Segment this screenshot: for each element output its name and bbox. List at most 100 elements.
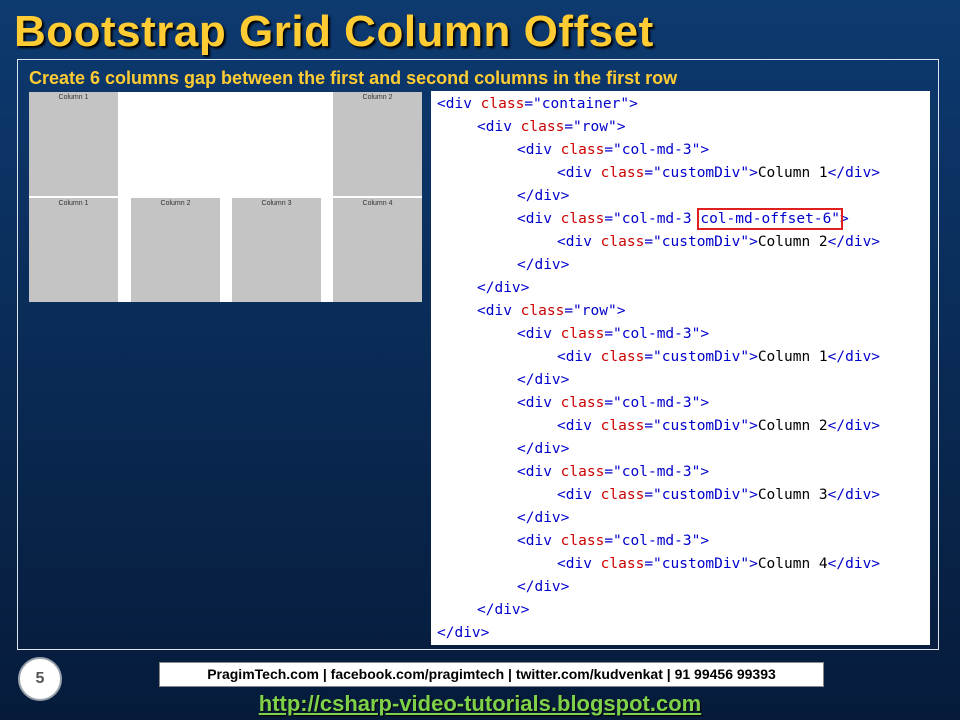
code-token: > (700, 464, 710, 480)
code-line: </div> (437, 438, 930, 461)
code-token: > (700, 142, 710, 158)
code-line: <div class="col-md-3"> (437, 139, 930, 162)
code-token: class (600, 487, 645, 503)
code-token: "customDiv" (653, 487, 750, 503)
code-token: > (749, 349, 758, 365)
code-token: "customDiv" (653, 234, 750, 250)
code-token: > (840, 211, 849, 227)
code-token: "customDiv" (653, 349, 750, 365)
code-line: </div> (437, 185, 930, 208)
code-token: > (629, 96, 638, 112)
code-token: Column 2 (757, 234, 828, 250)
code-token: Column 2 (757, 418, 828, 434)
code-token: <div (517, 464, 561, 480)
code-token: <div (557, 556, 601, 572)
code-token: = (644, 349, 654, 365)
code-line: <div class="row"> (437, 116, 930, 139)
code-line: </div> (437, 254, 930, 277)
grid-demo-preview: Column 1 Column 2 Column 1 Column 2 Colu… (29, 92, 422, 302)
code-token: > (700, 533, 710, 549)
code-token: Column 3 (757, 487, 828, 503)
demo-row1-column1: Column 1 (29, 92, 118, 196)
code-line: <div class="customDiv">Column 1</div> (437, 346, 930, 369)
code-token: </div> (827, 349, 881, 365)
code-token: "col-md-3" (613, 533, 701, 549)
code-token: </div> (517, 510, 570, 526)
code-line: <div class="col-md-3"> (437, 461, 930, 484)
code-token: <div (517, 533, 561, 549)
code-token: </div> (517, 441, 570, 457)
code-line: </div> (437, 576, 930, 599)
code-token: </div> (827, 487, 881, 503)
code-listing: <div class="container"> <div class="row">… (431, 91, 930, 645)
demo-row2-column1: Column 1 (29, 198, 118, 302)
code-token: > (749, 556, 758, 572)
code-token: class (560, 395, 605, 411)
code-line: </div> (437, 369, 930, 392)
code-token: class (480, 96, 525, 112)
code-token: "col-md-3" (613, 395, 701, 411)
code-token: class (560, 464, 605, 480)
code-token: = (524, 96, 534, 112)
code-token: > (700, 326, 710, 342)
code-token: = (604, 464, 614, 480)
code-token: class (600, 165, 645, 181)
code-token: "row" (573, 303, 617, 319)
demo-row2-column4: Column 4 (333, 198, 422, 302)
footer-contacts: PragimTech.com | facebook.com/pragimtech… (159, 662, 824, 687)
code-token: = (604, 211, 614, 227)
code-token: "col-md-3 (613, 211, 701, 227)
demo-row2-column2: Column 2 (131, 198, 220, 302)
code-token: <div (517, 142, 561, 158)
slide-title: Bootstrap Grid Column Offset (14, 7, 654, 56)
code-line: <div class="customDiv">Column 4</div> (437, 553, 930, 576)
code-token: class (600, 349, 645, 365)
code-token: </div> (517, 372, 570, 388)
code-token: > (616, 303, 626, 319)
code-token: "customDiv" (653, 418, 750, 434)
code-token: <div (517, 326, 561, 342)
code-token: class (520, 119, 565, 135)
slide-subtitle: Create 6 columns gap between the first a… (29, 68, 678, 88)
code-line: </div> (437, 599, 930, 622)
code-token: = (604, 326, 614, 342)
code-token: </div> (517, 188, 570, 204)
code-token: = (644, 234, 654, 250)
code-token: > (749, 234, 758, 250)
code-token: > (700, 395, 710, 411)
demo-row1-column2: Column 2 (333, 92, 422, 196)
code-token: class (600, 556, 645, 572)
code-token: </div> (517, 257, 570, 273)
code-token: </div> (477, 280, 530, 296)
code-line: <div class="customDiv">Column 1</div> (437, 162, 930, 185)
code-token: </div> (437, 625, 490, 641)
code-token: </div> (827, 418, 881, 434)
code-token: <div (517, 395, 561, 411)
code-token: Column 1 (757, 349, 828, 365)
code-line: <div class="customDiv">Column 3</div> (437, 484, 930, 507)
code-token: Column 4 (757, 556, 828, 572)
code-line: </div> (437, 622, 930, 645)
code-token: <div (477, 303, 521, 319)
code-token: = (604, 142, 614, 158)
code-token: class (560, 211, 605, 227)
code-token: = (564, 119, 574, 135)
code-token: > (749, 487, 758, 503)
code-token: class (600, 234, 645, 250)
code-line: <div class="col-md-3"> (437, 392, 930, 415)
code-token: <div (557, 487, 601, 503)
code-token: class (560, 142, 605, 158)
highlighted-offset-class: col-md-offset-6" (697, 208, 844, 230)
code-token: "customDiv" (653, 165, 750, 181)
code-line: </div> (437, 507, 930, 530)
code-token: </div> (827, 234, 881, 250)
code-token: class (600, 418, 645, 434)
code-token: class (560, 533, 605, 549)
code-token: "col-md-3" (613, 142, 701, 158)
code-token: <div (557, 349, 601, 365)
code-token: </div> (827, 556, 881, 572)
code-token: = (644, 418, 654, 434)
footer-link[interactable]: http://csharp-video-tutorials.blogspot.c… (0, 691, 960, 717)
code-line: </div> (437, 277, 930, 300)
code-line: <div class="col-md-3"> (437, 323, 930, 346)
